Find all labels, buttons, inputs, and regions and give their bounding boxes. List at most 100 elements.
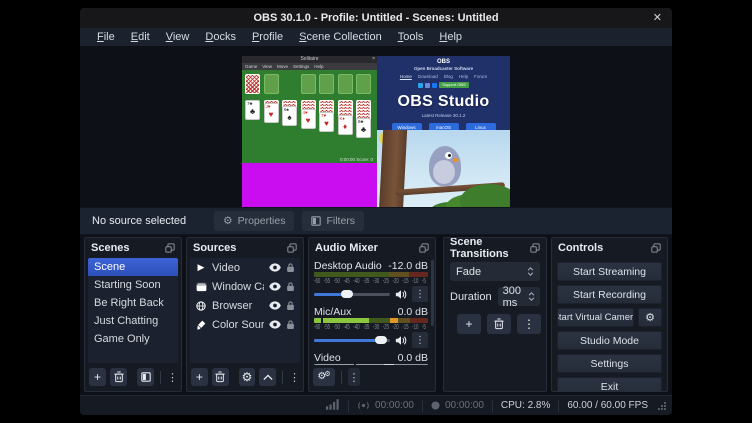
speaker-icon[interactable] (395, 289, 407, 300)
source-row[interactable]: Color Source (190, 315, 300, 334)
menu-profile[interactable]: Profile (245, 30, 290, 44)
scene-filters-button[interactable] (137, 368, 154, 386)
visibility-eye-icon[interactable] (269, 301, 281, 310)
volume-meter (314, 364, 428, 365)
source-label: Video (212, 262, 264, 274)
scenes-menu-kebab-icon[interactable]: ⋮ (167, 371, 177, 384)
scene-item[interactable]: Just Chatting (88, 312, 178, 330)
visibility-eye-icon[interactable] (269, 263, 281, 272)
menu-help[interactable]: Help (432, 30, 469, 44)
duration-row: Duration 300 ms (450, 287, 540, 306)
advanced-audio-properties-button[interactable]: ⚙⚙ (313, 368, 335, 386)
volume-slider-handle[interactable] (375, 336, 387, 344)
stock-card (245, 74, 260, 94)
remove-source-button[interactable] (212, 368, 229, 386)
solitaire-menu-item: Game (245, 64, 257, 69)
controls-dock-header[interactable]: Controls (552, 238, 667, 258)
mixer-menu-kebab-icon[interactable]: ⋮ (348, 368, 360, 386)
remove-transition-button[interactable] (487, 314, 511, 334)
solitaire-status-text: 0:00:00 Score: 0 (340, 157, 373, 162)
menu-file[interactable]: File (90, 30, 122, 44)
channel-kebab-icon[interactable]: ⋮ (412, 286, 428, 302)
properties-button[interactable]: ⚙ Properties (214, 211, 294, 231)
source-row[interactable]: Browser (190, 296, 300, 315)
visibility-eye-icon[interactable] (269, 320, 281, 329)
program-canvas[interactable]: Solitaire × GameViewMoveSettingsHelp 7♣♣… (242, 56, 510, 208)
lock-icon[interactable] (286, 319, 295, 330)
spinbox-arrows-icon[interactable] (528, 292, 535, 301)
no-source-selected-label: No source selected (92, 215, 186, 227)
move-source-up-button[interactable] (259, 368, 276, 386)
popout-icon[interactable] (651, 243, 661, 253)
source-properties-button[interactable]: ⚙ (239, 368, 256, 386)
add-transition-button[interactable]: + (457, 314, 481, 334)
popout-icon[interactable] (530, 243, 540, 253)
duration-spinbox[interactable]: 300 ms (498, 287, 540, 306)
visibility-eye-icon[interactable] (269, 282, 281, 291)
speaker-icon[interactable] (395, 335, 407, 346)
sources-menu-kebab-icon[interactable]: ⋮ (289, 371, 299, 384)
scenes-list: SceneStarting SoonBe Right BackJust Chat… (88, 258, 178, 363)
transition-properties-kebab-icon[interactable]: ⋮ (517, 314, 541, 334)
solitaire-menu-item: Move (277, 64, 288, 69)
statusbar: 00:00:00 00:00:00 CPU: 2.8% 60.00 / 60.0… (80, 395, 672, 415)
menu-tools[interactable]: Tools (391, 30, 431, 44)
studio-mode-button[interactable]: Studio Mode (557, 331, 662, 350)
scene-item[interactable]: Scene (88, 258, 178, 276)
menu-view[interactable]: View (159, 30, 197, 44)
meter-tick-label: -30 (373, 278, 379, 285)
meter-tick-label: -45 (343, 324, 349, 331)
scene-transitions-dock-header[interactable]: Scene Transitions (444, 238, 546, 258)
start-streaming-button[interactable]: Start Streaming (557, 262, 662, 281)
volume-slider-handle[interactable] (341, 290, 353, 298)
channel-kebab-icon[interactable]: ⋮ (412, 332, 428, 348)
menu-docks[interactable]: Docks (198, 30, 243, 44)
transition-select[interactable]: Fade (450, 262, 540, 281)
close-icon[interactable]: ✕ (653, 11, 662, 24)
statusbar-separator (558, 400, 559, 412)
site-nav-link: Forum (474, 74, 487, 79)
volume-slider[interactable] (314, 287, 390, 301)
popout-icon[interactable] (287, 243, 297, 253)
lock-icon[interactable] (286, 262, 295, 273)
video-source-preview (377, 130, 510, 208)
scene-item[interactable]: Starting Soon (88, 276, 178, 294)
site-nav-link: Download (418, 74, 438, 79)
source-row[interactable]: Window Captur (190, 277, 300, 296)
color-source-preview (242, 163, 377, 208)
scenes-dock: Scenes SceneStarting SoonBe Right BackJu… (84, 237, 182, 392)
volume-slider[interactable] (314, 333, 390, 347)
source-row[interactable]: ▶Video (190, 258, 300, 277)
add-scene-button[interactable]: + (89, 368, 106, 386)
menu-scene-collection[interactable]: Scene Collection (292, 30, 389, 44)
meter-tick-label: -10 (412, 324, 418, 331)
site-download-button: Windows (392, 123, 422, 130)
start-virtual-camera-button[interactable]: Start Virtual Camera (557, 308, 634, 327)
virtual-camera-settings-gear-icon[interactable]: ⚙ (638, 308, 662, 327)
popout-icon[interactable] (419, 243, 429, 253)
scene-item[interactable]: Game Only (88, 330, 178, 348)
controls-buttons: Start Streaming Start Recording Start Virt… (557, 262, 662, 392)
add-source-button[interactable]: + (191, 368, 208, 386)
titlebar[interactable]: OBS 30.1.0 - Profile: Untitled - Scenes:… (80, 8, 672, 28)
popout-icon[interactable] (165, 243, 175, 253)
scene-item[interactable]: Be Right Back (88, 294, 178, 312)
settings-button[interactable]: Settings (557, 354, 662, 373)
start-recording-button[interactable]: Start Recording (557, 285, 662, 304)
resize-grip[interactable] (658, 402, 666, 410)
lock-icon[interactable] (286, 281, 295, 292)
menu-edit[interactable]: Edit (124, 30, 157, 44)
site-tagline: Latest Release 30.1.2 (422, 113, 466, 118)
remove-scene-button[interactable] (110, 368, 127, 386)
sources-dock-header[interactable]: Sources (187, 238, 303, 258)
filters-button[interactable]: Filters (302, 211, 364, 231)
card-face-up: 7♣♣ (245, 100, 260, 120)
lock-icon[interactable] (286, 300, 295, 311)
combo-arrows-icon (527, 267, 534, 276)
mixer-scrollbar[interactable] (431, 260, 434, 326)
browser-source-preview: OBS Open Broadcaster Software HomeDownlo… (377, 56, 510, 130)
exit-button[interactable]: Exit (557, 377, 662, 392)
audio-mixer-dock-header[interactable]: Audio Mixer (309, 238, 435, 258)
duration-label: Duration (450, 291, 492, 303)
scenes-dock-header[interactable]: Scenes (85, 238, 181, 258)
